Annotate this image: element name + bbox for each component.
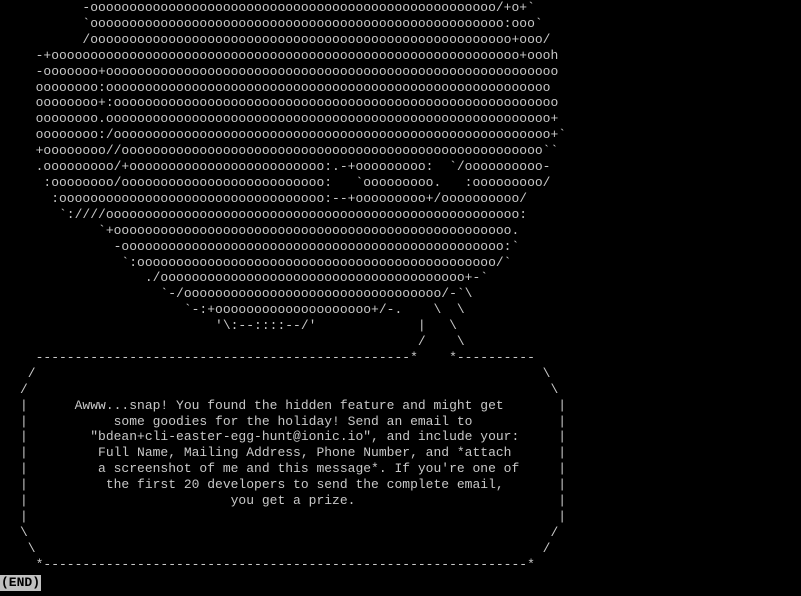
ascii-art-message: -ooooooooooooooooooooooooooooooooooooooo… [20,0,567,572]
pager-end-marker: (END) [0,575,42,591]
terminal-window[interactable]: -ooooooooooooooooooooooooooooooooooooooo… [0,0,801,596]
